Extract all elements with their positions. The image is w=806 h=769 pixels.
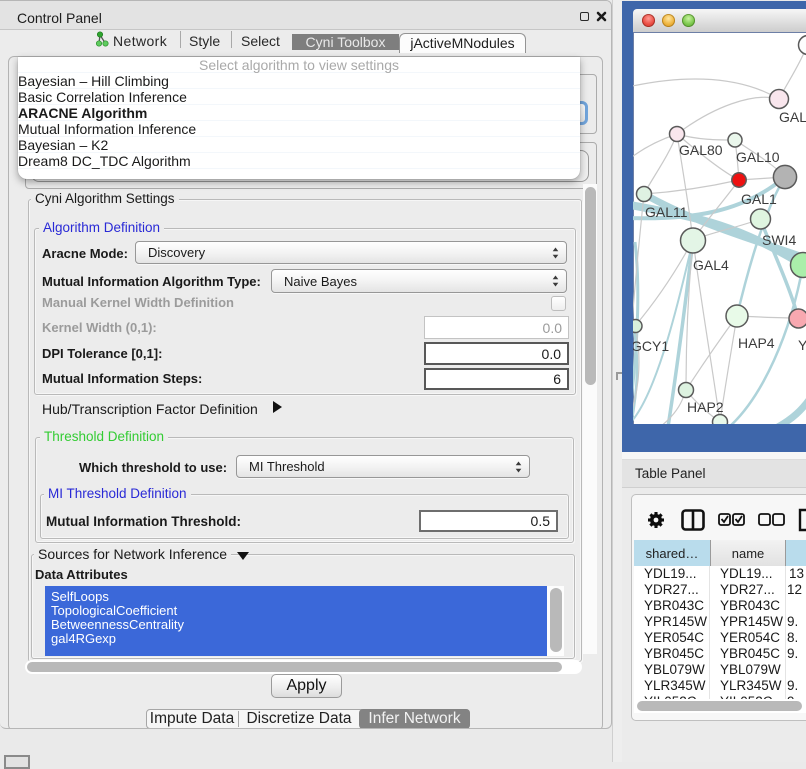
svg-text:GAL11: GAL11 [645,204,688,220]
svg-text:SWI4: SWI4 [762,232,796,248]
svg-text:GCY1: GCY1 [633,338,669,354]
svg-text:GAL4: GAL4 [693,257,729,273]
svg-text:YD: YD [798,337,806,353]
svg-text:GAL1: GAL1 [741,191,777,207]
svg-text:GAL80: GAL80 [679,142,723,158]
svg-text:HAP2: HAP2 [687,399,724,415]
svg-text:GAL10: GAL10 [736,149,780,165]
svg-text:HAP4: HAP4 [738,335,775,351]
svg-text:GAL7: GAL7 [779,109,806,125]
